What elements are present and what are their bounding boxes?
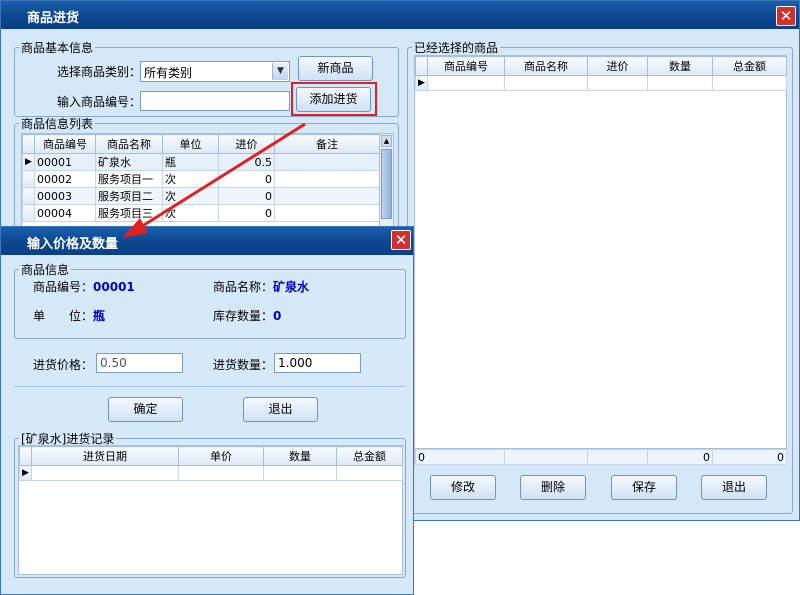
arrowhead-icon (122, 218, 148, 238)
annotation-arrow (122, 122, 306, 238)
arrow-line (135, 122, 306, 232)
